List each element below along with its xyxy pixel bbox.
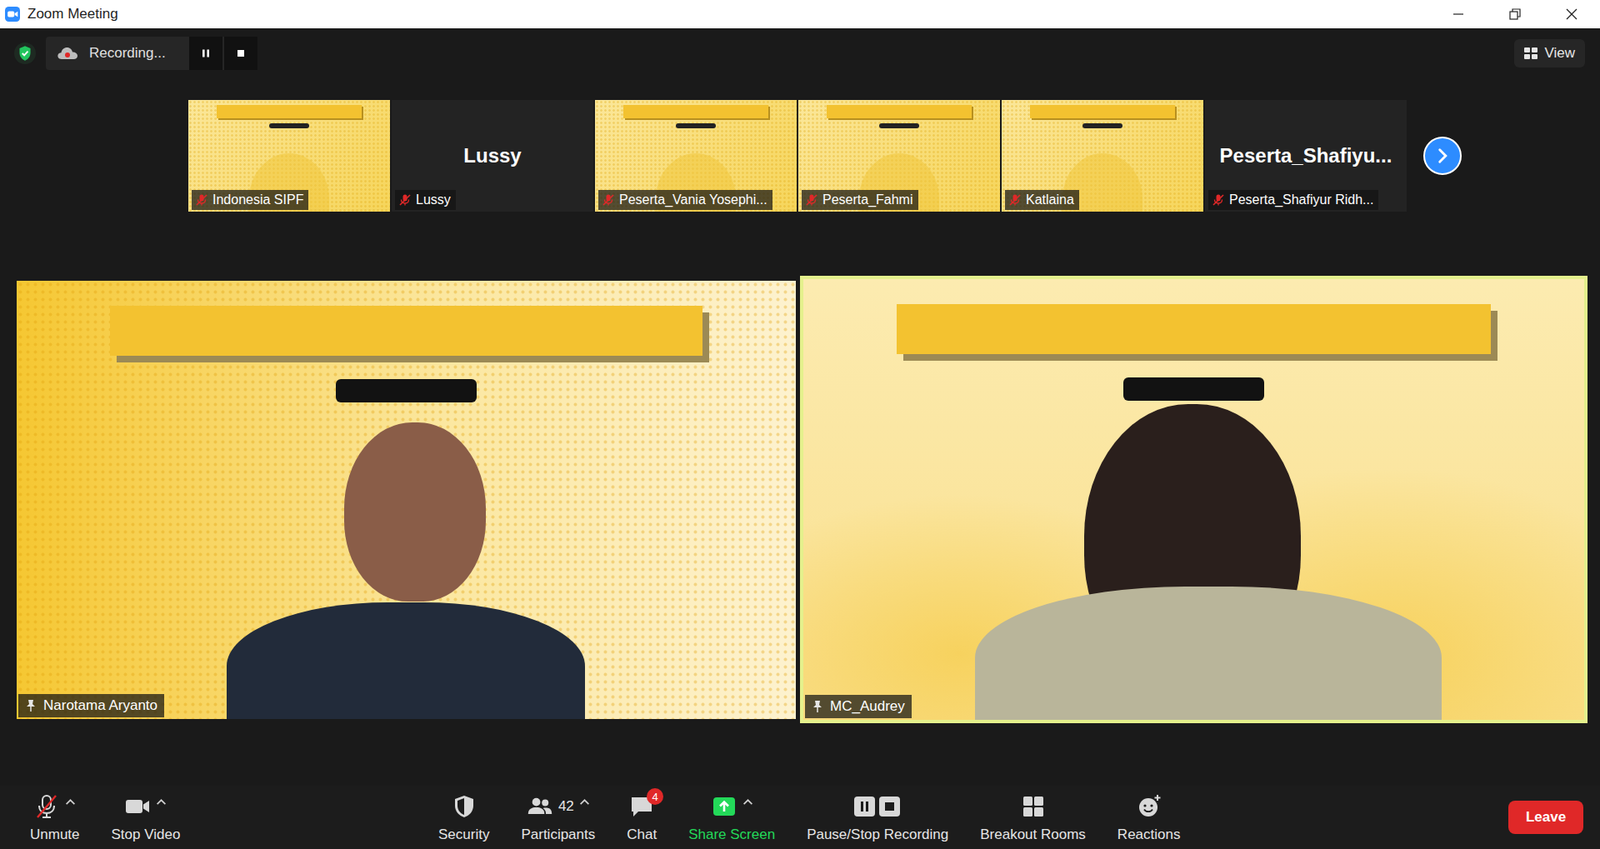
pause-recording-button[interactable] bbox=[189, 36, 223, 70]
zoom-window: Zoom Meeting Recording... View Indonesia SI… bbox=[0, 0, 1600, 849]
microphone-icon bbox=[33, 793, 60, 820]
toolbar-button[interactable]: Share Screen bbox=[683, 788, 780, 847]
gallery-strip: Indonesia SIPF LussyLussyPeserta_Vania Yo… bbox=[0, 100, 1600, 212]
close-button[interactable] bbox=[1543, 0, 1600, 29]
speaker-name-label: MC_Audrey bbox=[805, 695, 912, 719]
top-controls: Recording... View bbox=[0, 36, 1600, 70]
pause-icon bbox=[200, 48, 211, 59]
video-frame bbox=[803, 279, 1585, 720]
breakout-rooms-icon bbox=[1020, 793, 1047, 820]
participant-tile[interactable]: Peserta_Fahmi bbox=[798, 100, 1000, 212]
caret-up-icon[interactable] bbox=[155, 798, 167, 806]
caret-up-icon[interactable] bbox=[579, 798, 590, 806]
meeting-stage: Recording... View Indonesia SIPF LussyLussy… bbox=[0, 28, 1600, 849]
muted-mic-icon bbox=[398, 193, 412, 207]
speaker-tile[interactable]: MC_Audrey bbox=[800, 275, 1588, 724]
muted-mic-icon bbox=[1008, 193, 1022, 207]
restore-icon bbox=[1508, 7, 1522, 21]
toolbar-button[interactable]: 4Chat bbox=[621, 788, 662, 847]
participant-tile[interactable]: Peserta_Vania Yosephi... bbox=[595, 100, 797, 212]
toolbar-button[interactable]: Security bbox=[433, 788, 495, 847]
participant-tile[interactable]: Peserta_Shafiyu...Peserta_Shafiyur Ridh.… bbox=[1205, 100, 1407, 212]
participant-label: Peserta_Vania Yosephi... bbox=[598, 190, 773, 210]
speaker-tile[interactable]: Narotama Aryanto bbox=[16, 280, 796, 720]
participant-tile[interactable]: Indonesia SIPF bbox=[188, 100, 390, 212]
toolbar-button[interactable]: 42Participants bbox=[515, 788, 600, 847]
video-camera-icon bbox=[124, 793, 151, 820]
pin-icon bbox=[811, 700, 824, 714]
participant-label: Peserta_Shafiyur Ridh... bbox=[1208, 190, 1379, 210]
chevron-right-icon bbox=[1433, 146, 1452, 165]
minimize-icon bbox=[1451, 7, 1465, 21]
reactions-icon bbox=[1135, 793, 1163, 820]
video-frame bbox=[16, 280, 796, 720]
participant-label: Katlaina bbox=[1005, 190, 1080, 210]
stop-recording-button[interactable] bbox=[224, 36, 258, 70]
close-icon bbox=[1565, 7, 1579, 21]
speaker-name-label: Narotama Aryanto bbox=[18, 694, 165, 718]
cloud-recording-icon bbox=[55, 45, 80, 62]
toolbar-button[interactable]: Reactions bbox=[1112, 788, 1186, 847]
participant-label: Lussy bbox=[395, 190, 456, 210]
muted-mic-icon bbox=[805, 193, 819, 207]
muted-mic-icon bbox=[1211, 193, 1225, 207]
view-button[interactable]: View bbox=[1514, 39, 1585, 68]
participant-label: Peserta_Fahmi bbox=[801, 190, 919, 210]
stop-icon bbox=[235, 48, 246, 59]
recording-label: Recording... bbox=[89, 45, 166, 62]
minimize-button[interactable] bbox=[1430, 0, 1487, 29]
title-bar: Zoom Meeting bbox=[0, 0, 1600, 29]
muted-mic-icon bbox=[601, 193, 615, 207]
toolbar-button[interactable]: Unmute bbox=[25, 788, 85, 847]
caret-up-icon[interactable] bbox=[65, 798, 76, 806]
next-page-button[interactable] bbox=[1423, 136, 1462, 175]
window-title: Zoom Meeting bbox=[27, 5, 119, 23]
participant-label: Indonesia SIPF bbox=[191, 190, 309, 210]
restore-button[interactable] bbox=[1486, 0, 1544, 29]
pause-stop-recording-icon bbox=[852, 793, 903, 820]
participant-tile[interactable]: Katlaina bbox=[1001, 100, 1204, 212]
toolbar-button[interactable]: Breakout Rooms bbox=[975, 788, 1091, 847]
pin-icon bbox=[25, 699, 37, 713]
participant-count: 42 bbox=[558, 798, 575, 815]
toolbar-button[interactable]: Stop Video bbox=[106, 788, 186, 847]
participants-icon bbox=[526, 793, 554, 820]
leave-button[interactable]: Leave bbox=[1508, 800, 1584, 835]
muted-mic-icon bbox=[195, 193, 209, 207]
zoom-logo-icon bbox=[5, 6, 20, 22]
share-screen-icon bbox=[710, 793, 738, 820]
encryption-shield-icon[interactable] bbox=[14, 42, 36, 65]
security-shield-icon bbox=[450, 793, 478, 820]
caret-up-icon[interactable] bbox=[742, 798, 754, 806]
grid-view-icon bbox=[1524, 47, 1538, 60]
toolbar-button[interactable]: Pause/Stop Recording bbox=[801, 788, 954, 847]
speaker-grid: Narotama Aryanto MC_Audrey bbox=[0, 275, 1600, 724]
unread-badge: 4 bbox=[646, 788, 664, 805]
participant-tile[interactable]: LussyLussy bbox=[391, 100, 594, 212]
meeting-toolbar: Unmute Stop Video Security 42Participants 4C… bbox=[0, 785, 1600, 849]
recording-indicator: Recording... bbox=[45, 36, 258, 70]
